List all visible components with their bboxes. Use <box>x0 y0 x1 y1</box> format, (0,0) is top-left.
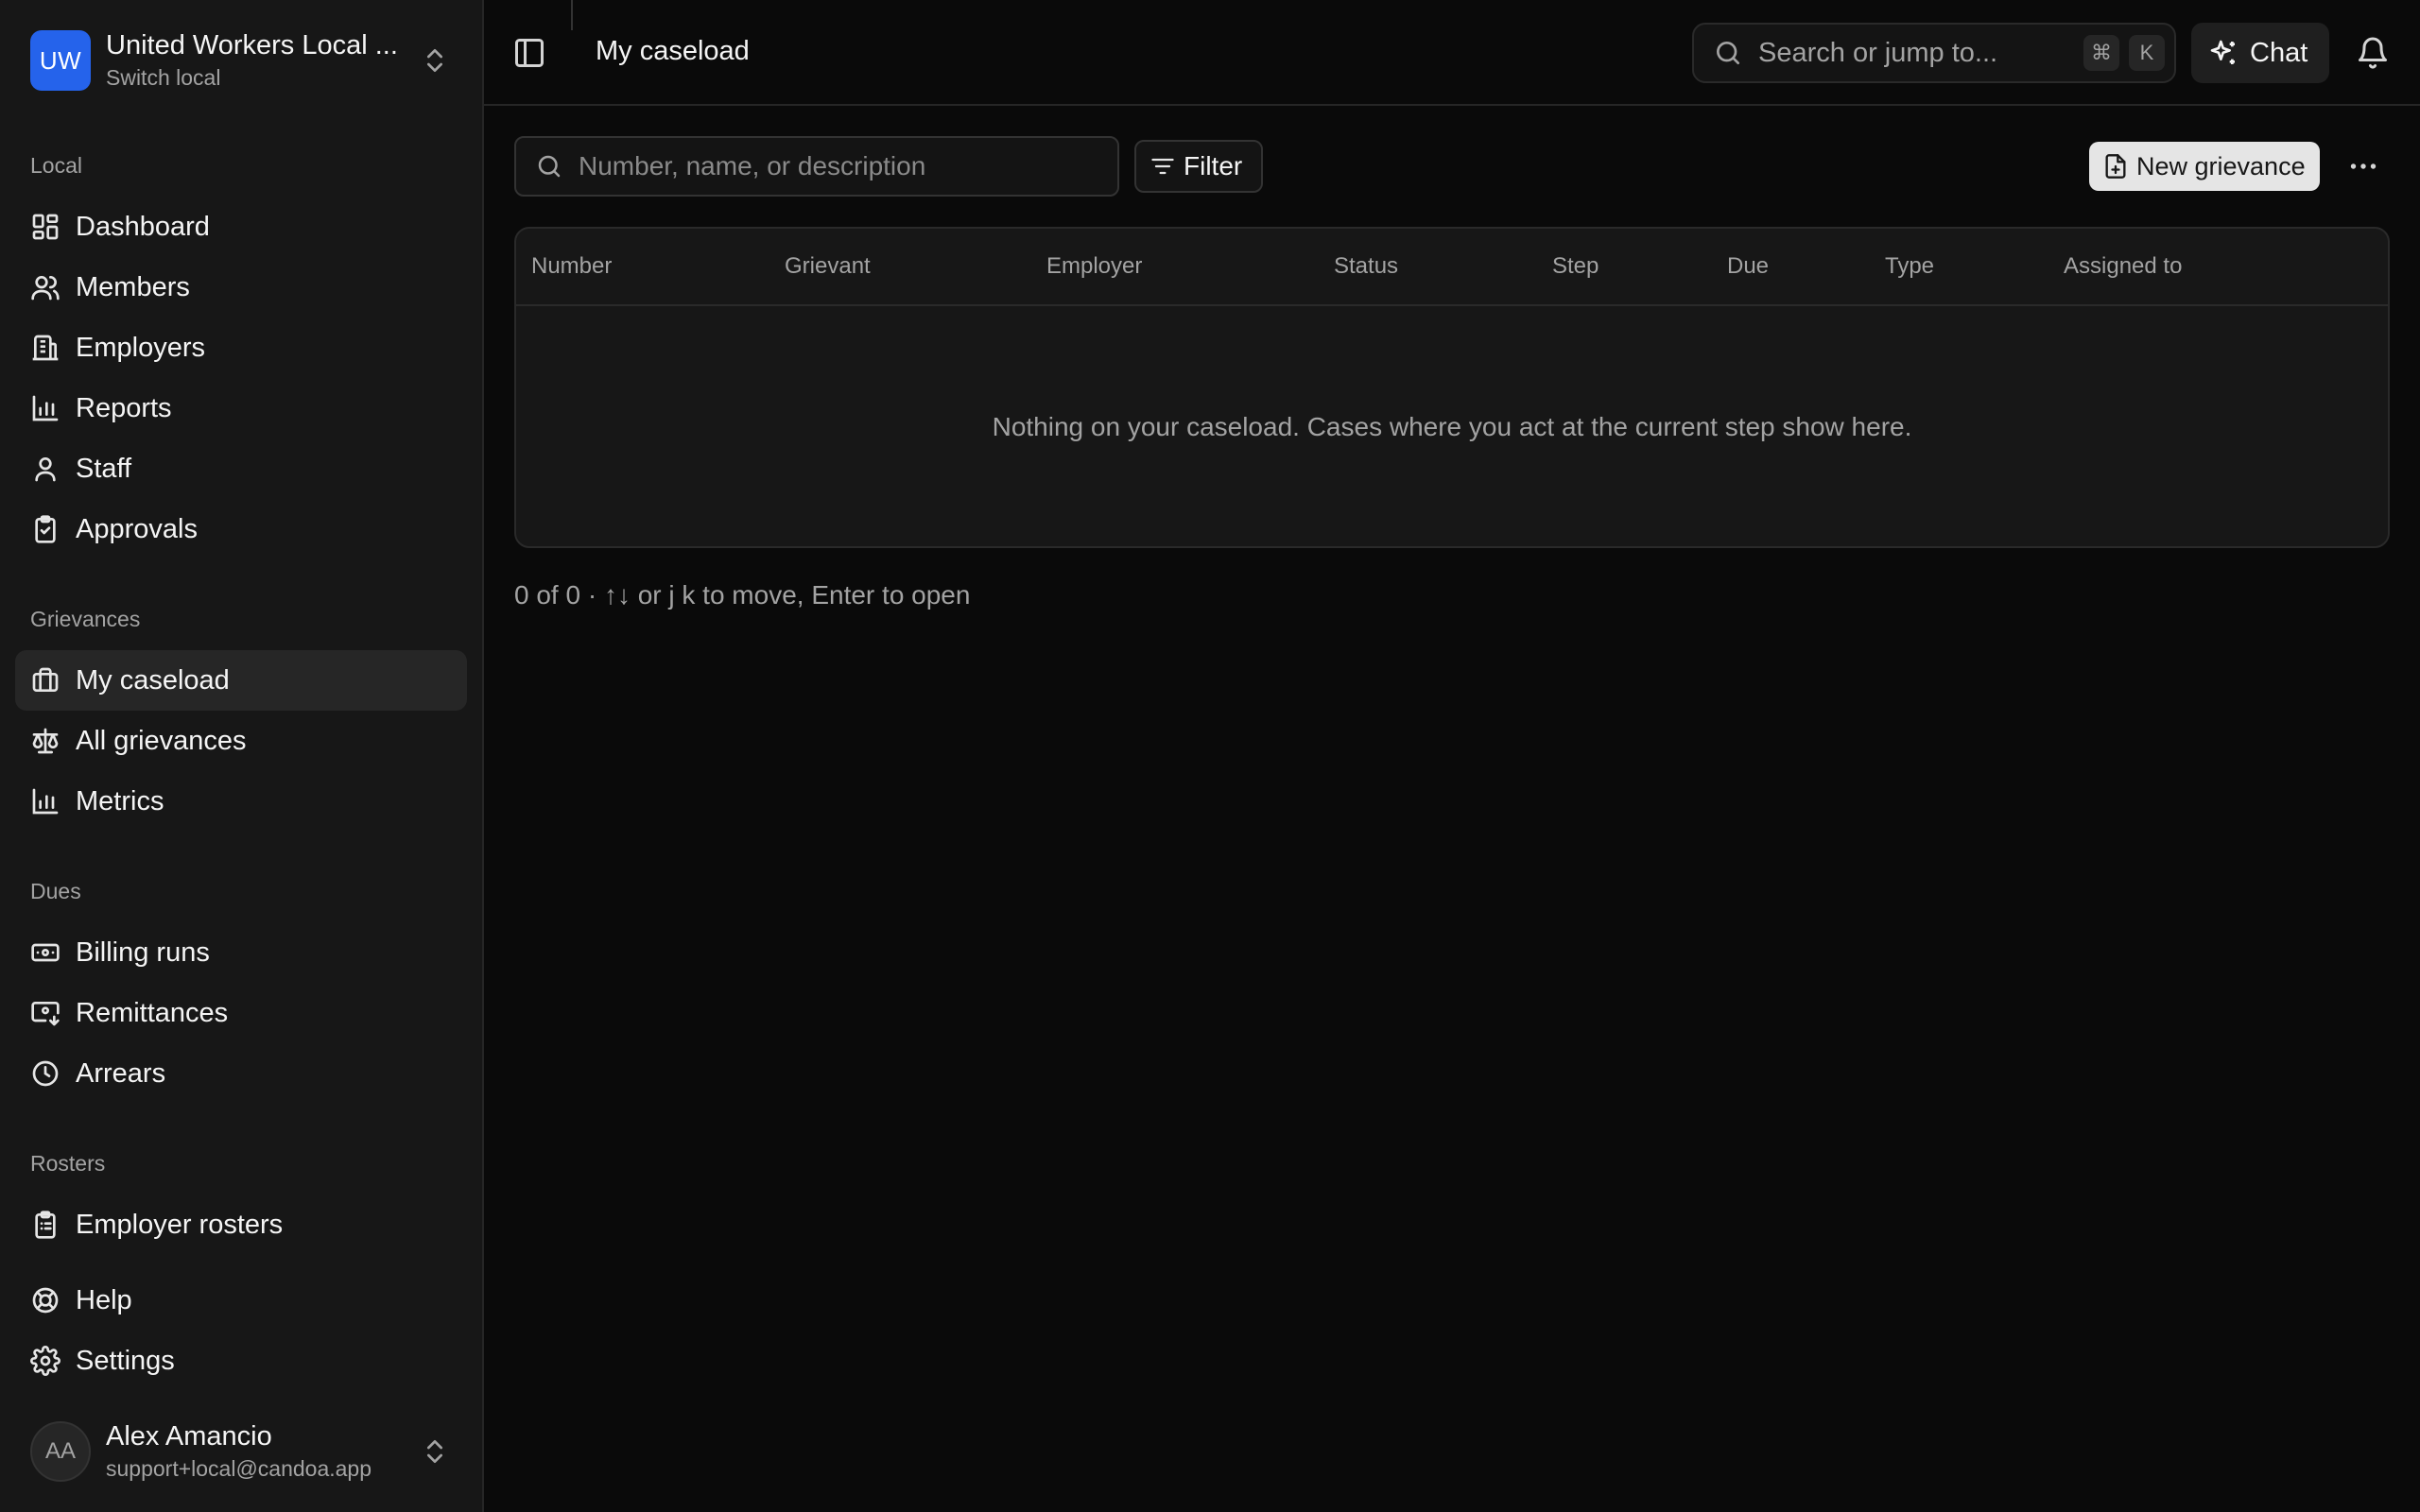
section-label-dues: Dues <box>30 879 81 903</box>
chevron-up-down-icon <box>427 1440 442 1463</box>
section-label-local: Local <box>30 153 82 178</box>
sidebar-item-dashboard[interactable]: Dashboard <box>15 197 467 257</box>
clock-icon <box>32 1060 59 1087</box>
sidebar-item-label: Billing runs <box>76 936 210 968</box>
filter-label: Filter <box>1184 151 1243 180</box>
chevron-up-down-icon <box>427 49 442 72</box>
sidebar-item-label: Employers <box>76 332 205 363</box>
user-name: Alex Amancio <box>106 1421 272 1452</box>
column-header-employer[interactable]: Employer <box>1046 253 1142 280</box>
more-horizontal-icon[interactable] <box>2346 149 2380 183</box>
briefcase-icon <box>32 667 59 692</box>
building-icon <box>32 335 59 361</box>
sidebar-item-employers[interactable]: Employers <box>15 318 467 378</box>
column-header-status[interactable]: Status <box>1334 253 1398 280</box>
bell-icon[interactable] <box>2356 36 2390 70</box>
sidebar-item-label: Dashboard <box>76 211 210 242</box>
column-header-due[interactable]: Due <box>1727 253 1769 280</box>
empty-state-message: Nothing on your caseload. Cases where yo… <box>992 412 1912 441</box>
sidebar-item-my-caseload[interactable]: My caseload <box>15 650 467 711</box>
pagination-hint: 0 of 0 · ↑↓ or j k to move, Enter to ope… <box>514 580 971 610</box>
user-icon <box>35 457 56 482</box>
filter-button[interactable]: Filter <box>1134 140 1263 193</box>
top-bar: My caseload Search or jump to... ⌘ K Cha… <box>484 0 2420 106</box>
sidebar-item-metrics[interactable]: Metrics <box>15 771 467 832</box>
avatar: AA <box>30 1421 91 1482</box>
bar-chart-icon <box>32 788 59 815</box>
sparkles-icon <box>2210 40 2235 64</box>
global-search[interactable]: Search or jump to... ⌘ K <box>1692 23 2176 83</box>
clipboard-check-icon <box>35 515 56 543</box>
org-switcher[interactable]: UW United Workers Local ... Switch local <box>15 15 469 106</box>
section-label-rosters: Rosters <box>30 1151 106 1176</box>
dashboard-icon <box>32 214 59 240</box>
shortcut-k-key: K <box>2129 35 2165 71</box>
sidebar-item-label: Remittances <box>76 997 229 1028</box>
clipboard-list-icon <box>35 1211 56 1239</box>
caseload-table: Number Grievant Employer Status Step Due… <box>514 227 2390 548</box>
lifebuoy-icon <box>32 1287 59 1314</box>
chat-label: Chat <box>2250 37 2308 68</box>
sidebar-item-label: My caseload <box>76 664 230 696</box>
gear-icon <box>30 1346 60 1376</box>
sidebar-item-label: Help <box>76 1284 132 1315</box>
file-plus-icon <box>2105 154 2126 179</box>
new-grievance-label: New grievance <box>2136 151 2306 180</box>
sidebar-item-label: Staff <box>76 453 132 484</box>
user-email: support+local@candoa.app <box>106 1456 372 1481</box>
sidebar-item-label: All grievances <box>76 725 247 756</box>
search-icon <box>538 155 561 178</box>
org-subtitle: Switch local <box>106 65 221 90</box>
scale-icon <box>32 728 59 754</box>
sidebar-toggle-icon[interactable] <box>512 36 546 70</box>
search-icon <box>1717 42 1739 64</box>
sidebar-item-help[interactable]: Help <box>15 1270 467 1331</box>
search-placeholder: Search or jump to... <box>1758 37 1998 68</box>
org-logo: UW <box>30 30 91 91</box>
column-header-type[interactable]: Type <box>1885 253 1934 280</box>
caseload-search-input[interactable]: Number, name, or description <box>514 136 1119 197</box>
shortcut-cmd-key: ⌘ <box>2083 35 2119 71</box>
sidebar-item-label: Approvals <box>76 513 198 544</box>
section-label-grievances: Grievances <box>30 607 141 631</box>
sidebar-item-label: Settings <box>76 1345 175 1376</box>
sidebar-item-label: Reports <box>76 392 172 423</box>
sidebar-item-label: Arrears <box>76 1057 166 1089</box>
page-title: My caseload <box>596 36 750 66</box>
banknote-arrow-icon <box>31 1002 60 1026</box>
table-header: Number Grievant Employer Status Step Due… <box>516 229 2388 306</box>
sidebar-item-approvals[interactable]: Approvals <box>15 499 467 559</box>
bar-chart-icon <box>32 395 59 421</box>
sidebar-item-billing-runs[interactable]: Billing runs <box>15 922 467 983</box>
sidebar-item-employer-rosters[interactable]: Employer rosters <box>15 1194 467 1255</box>
users-icon <box>31 276 60 301</box>
column-header-step[interactable]: Step <box>1552 253 1599 280</box>
sidebar-item-all-grievances[interactable]: All grievances <box>15 711 467 771</box>
sidebar-item-remittances[interactable]: Remittances <box>15 983 467 1043</box>
sidebar-item-label: Members <box>76 271 190 302</box>
banknote-icon <box>31 943 60 962</box>
filter-lines-icon <box>1151 158 1174 175</box>
divider <box>571 0 573 30</box>
column-header-number[interactable]: Number <box>531 253 612 280</box>
column-header-assigned-to[interactable]: Assigned to <box>2064 253 2182 280</box>
org-name: United Workers Local ... <box>106 30 398 60</box>
column-header-grievant[interactable]: Grievant <box>785 253 871 280</box>
search-placeholder: Number, name, or description <box>579 151 926 180</box>
new-grievance-button[interactable]: New grievance <box>2089 142 2320 191</box>
sidebar-item-settings[interactable]: Settings <box>15 1331 467 1391</box>
chat-button[interactable]: Chat <box>2191 23 2329 83</box>
sidebar-item-label: Metrics <box>76 785 164 816</box>
sidebar-item-members[interactable]: Members <box>15 257 467 318</box>
sidebar-item-staff[interactable]: Staff <box>15 438 467 499</box>
sidebar-item-label: Employer rosters <box>76 1209 284 1240</box>
sidebar-item-arrears[interactable]: Arrears <box>15 1043 467 1104</box>
sidebar-item-reports[interactable]: Reports <box>15 378 467 438</box>
user-menu[interactable]: AA Alex Amancio support+local@candoa.app <box>15 1418 469 1486</box>
sidebar: UW United Workers Local ... Switch local… <box>0 0 484 1512</box>
